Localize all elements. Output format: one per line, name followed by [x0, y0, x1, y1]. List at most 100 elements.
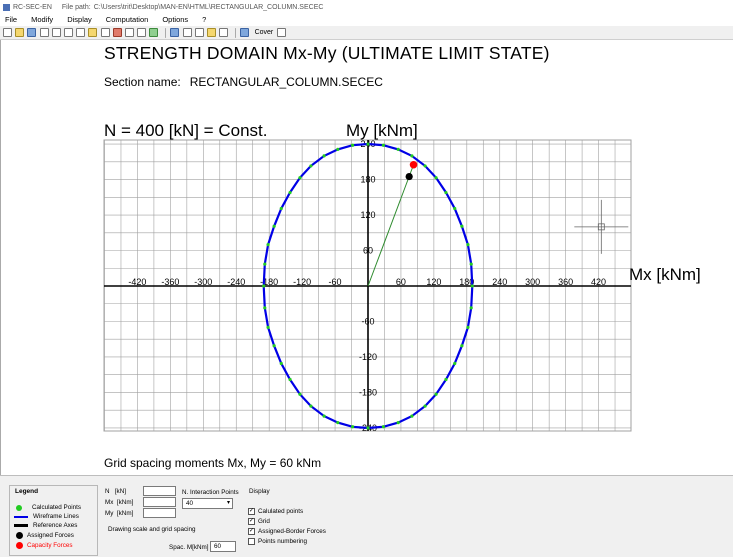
page-setup-icon[interactable]	[219, 28, 229, 37]
black-dot-icon	[16, 532, 23, 539]
domain-icon[interactable]	[170, 28, 180, 37]
assigned-force-point	[405, 172, 413, 181]
blue-line-icon	[14, 515, 28, 518]
calculated-point	[262, 284, 266, 288]
calculated-point	[336, 147, 340, 151]
drawing-canvas[interactable]: -420 -360 -300 -240 -180 -120 -60 60 120 180 240 30…	[0, 40, 733, 475]
calculated-point	[469, 262, 473, 266]
section-name-line: Section name: RECTANGULAR_COLUMN.SECEC	[104, 75, 383, 89]
strength-domain-chart: -420 -360 -300 -240 -180 -120 -60 60 120 180 240 30…	[103, 139, 632, 433]
y-tick-label: -180	[359, 387, 377, 397]
legend-label: Calculated Points	[32, 504, 82, 511]
display-title: Display	[249, 488, 270, 495]
calculated-point	[396, 147, 400, 151]
table-icon[interactable]	[124, 28, 134, 37]
checkbox-points-numbering[interactable]: Points numbering	[248, 537, 307, 545]
calculated-point	[453, 361, 457, 366]
x-tick-label: -60	[329, 277, 342, 287]
calculated-point	[279, 361, 283, 366]
check-icon[interactable]: ✓	[248, 517, 255, 525]
checkbox-empty[interactable]	[248, 537, 255, 545]
menu-file[interactable]: File	[5, 15, 17, 24]
report-icon[interactable]	[182, 28, 192, 37]
calculated-point	[266, 325, 270, 330]
edit-icon[interactable]	[100, 28, 110, 37]
chart-title: STRENGTH DOMAIN Mx-My (ULTIMATE LIMIT ST…	[104, 43, 550, 63]
export-icon[interactable]	[277, 28, 287, 37]
search-icon[interactable]	[76, 28, 86, 37]
spacing-label: Spac. M[kNm]	[169, 544, 209, 551]
x-tick-label: 60	[396, 277, 406, 287]
y-tick-label: -60	[361, 316, 374, 326]
calculated-point	[423, 164, 427, 168]
interaction-points-select[interactable]: 40 ▾	[182, 498, 233, 509]
calculated-point	[381, 143, 385, 147]
n-label: N [kN]	[105, 487, 127, 495]
draw-icon[interactable]	[88, 28, 98, 37]
image-icon[interactable]	[194, 28, 204, 37]
toolbar: Cover	[0, 26, 733, 40]
mx-input[interactable]	[143, 497, 176, 507]
n-input[interactable]	[143, 486, 176, 496]
crosshair-cursor	[574, 199, 629, 254]
checkbox-grid[interactable]: ✓ Grid	[248, 517, 270, 525]
drawing-scale-label: Drawing scale and grid spacing	[108, 526, 196, 533]
copy-icon[interactable]	[51, 28, 61, 37]
my-input-row: My [kNm]	[105, 508, 176, 518]
menu-help[interactable]: ?	[202, 15, 206, 24]
menu-computation[interactable]: Computation	[106, 15, 149, 24]
check-icon[interactable]: ✓	[248, 507, 255, 515]
cover-icon[interactable]	[240, 28, 250, 37]
checkbox-calculated-points[interactable]: ✓ Calulated points	[248, 507, 303, 515]
legend-item: Reference Axes	[14, 521, 100, 530]
legend-item: Wireframe Lines	[14, 512, 100, 521]
calculated-point	[288, 190, 292, 195]
legend-title: Legend	[15, 488, 39, 495]
print-preview-icon[interactable]	[39, 28, 49, 37]
x-tick-label: 300	[525, 277, 540, 287]
file-path: C:\Users\trit\Desktop\MAN-EN\HTML\RECTAN…	[93, 3, 324, 11]
my-label: My [kNm]	[105, 509, 134, 517]
menu-modify[interactable]: Modify	[31, 15, 53, 24]
my-input[interactable]	[143, 508, 176, 518]
calculated-point	[466, 242, 470, 247]
calculated-point	[288, 377, 292, 382]
calculated-point	[444, 377, 448, 382]
chart-icon[interactable]	[137, 28, 147, 37]
calculated-point	[298, 176, 302, 180]
section-icon[interactable]	[112, 28, 122, 37]
calculated-point	[444, 190, 448, 195]
calculated-point	[266, 242, 270, 247]
page-icon[interactable]	[63, 28, 73, 37]
check-icon[interactable]: ✓	[248, 527, 255, 535]
new-icon[interactable]	[3, 28, 12, 37]
legend-item: Assigned Forces	[14, 531, 100, 540]
checkbox-label: Grid	[258, 517, 270, 525]
menu-bar: File Modify Display Computation Options …	[0, 13, 733, 26]
print-icon[interactable]	[207, 28, 216, 37]
calculated-point	[322, 154, 326, 158]
open-icon[interactable]	[15, 28, 25, 37]
interaction-points-label: N. Interaction Points	[182, 489, 239, 496]
x-tick-label: -120	[293, 277, 311, 287]
legend-label: Wireframe Lines	[33, 513, 79, 520]
calculated-point	[263, 306, 267, 310]
spacing-input[interactable]: 60	[210, 541, 236, 552]
legend-item: Capacity Forces	[14, 541, 100, 550]
x-tick-label: -420	[128, 277, 146, 287]
app-icon	[3, 3, 10, 11]
calculated-point	[336, 421, 340, 425]
cover-button[interactable]: Cover	[255, 29, 274, 36]
save-icon[interactable]	[27, 28, 37, 37]
globe-icon[interactable]	[149, 28, 159, 37]
x-tick-label: 240	[492, 277, 507, 287]
checkbox-assigned-border-forces[interactable]: ✓ Assigned-Border Forces	[248, 527, 326, 535]
menu-display[interactable]: Display	[67, 15, 92, 24]
control-panel: Legend Calculated Points Wireframe Lines…	[0, 475, 733, 557]
legend-item: Calculated Points	[14, 503, 100, 512]
checkbox-label: Assigned-Border Forces	[258, 527, 326, 535]
calculated-point	[366, 142, 370, 146]
menu-options[interactable]: Options	[162, 15, 188, 24]
calculated-point	[434, 392, 438, 396]
capacity-force-point	[409, 160, 418, 169]
